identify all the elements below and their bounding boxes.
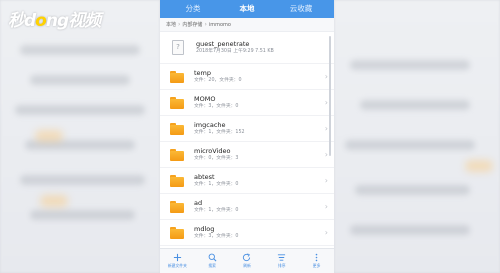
- refresh-button[interactable]: 刷新: [233, 253, 261, 269]
- tool-label: 搜索: [208, 263, 216, 268]
- blur-stripe: [345, 140, 475, 150]
- chevron-right-icon: ›: [324, 72, 328, 81]
- folder-meta: 文件：3，文件夹：0: [194, 104, 239, 109]
- folder-icon: [170, 96, 184, 109]
- breadcrumb: 本地 › 内部存储 › immomo: [160, 18, 334, 32]
- folder-name: ad: [194, 199, 203, 207]
- chevron-right-icon: ›: [324, 228, 328, 237]
- breadcrumb-immomo[interactable]: immomo: [209, 22, 231, 28]
- folder-icon: [170, 200, 184, 213]
- tool-label: 更多: [312, 263, 321, 268]
- folder-meta: 文件：1，文件夹：152: [194, 130, 245, 135]
- tab-cloud-favorites[interactable]: 云收藏: [274, 0, 328, 18]
- folder-name: microVideo: [194, 147, 231, 155]
- more-icon: [315, 253, 318, 262]
- blur-blob: [35, 130, 63, 142]
- blur-stripe: [20, 175, 145, 185]
- blur-stripe: [30, 210, 135, 220]
- list-item-mdlog[interactable]: mdlog 文件：3，文件夹：0 ›: [160, 220, 334, 246]
- file-manager-screen: 分类 本地 云收藏 本地 › 内部存储 › immomo ? guest_pen…: [160, 0, 334, 273]
- list-item-abtest[interactable]: abtest 文件：1，文件夹：0 ›: [160, 168, 334, 194]
- list-item-temp[interactable]: temp 文件：20，文件夹：0 ›: [160, 64, 334, 90]
- more-button[interactable]: 更多: [303, 253, 331, 269]
- search-icon: [208, 253, 217, 262]
- tab-local[interactable]: 本地: [220, 0, 274, 18]
- blurred-background-left: [0, 0, 160, 273]
- tab-bar: 分类 本地 云收藏: [160, 0, 334, 18]
- folder-icon: [170, 70, 184, 83]
- folder-meta: 文件：0，文件夹：3: [194, 156, 239, 161]
- file-list: ? guest_penetrate 2018年7月30日 上午9:29 7.51…: [160, 32, 334, 249]
- chevron-right-icon: ›: [324, 124, 328, 133]
- folder-name: abtest: [194, 173, 215, 181]
- sort-icon: [278, 254, 286, 261]
- chevron-right-icon: ›: [324, 202, 328, 211]
- blur-stripe: [30, 75, 130, 85]
- new-folder-button[interactable]: 新建文件夹: [163, 253, 191, 269]
- folder-name: imgcache: [194, 121, 226, 129]
- folder-icon: [170, 122, 184, 135]
- file-meta: 2018年7月30日 上午9:29 7.51 KB: [196, 49, 274, 54]
- folder-icon: [170, 174, 184, 187]
- blur-blob: [465, 160, 493, 172]
- folder-meta: 文件：1，文件夹：0: [194, 182, 239, 187]
- folder-icon: [170, 226, 184, 239]
- sort-button[interactable]: 排序: [268, 253, 296, 269]
- breadcrumb-local[interactable]: 本地: [166, 21, 176, 28]
- folder-name: temp: [194, 69, 212, 77]
- chevron-right-icon: ›: [324, 98, 328, 107]
- blur-stripe: [20, 45, 140, 55]
- list-item-guest-penetrate[interactable]: ? guest_penetrate 2018年7月30日 上午9:29 7.51…: [160, 32, 334, 64]
- folder-meta: 文件：20，文件夹：0: [194, 78, 242, 83]
- chevron-right-icon: ›: [204, 21, 207, 28]
- file-name: guest_penetrate: [196, 40, 250, 48]
- folder-name: mdlog: [194, 225, 215, 233]
- search-button[interactable]: 搜索: [198, 253, 226, 269]
- folder-name: MOMO: [194, 95, 216, 103]
- folder-meta: 文件：3，文件夹：0: [194, 234, 239, 239]
- plus-icon: [173, 253, 181, 262]
- refresh-icon: [243, 253, 251, 262]
- tool-label: 新建文件夹: [167, 263, 187, 268]
- folder-meta: 文件：1，文件夹：0: [194, 208, 239, 213]
- bottom-toolbar: 新建文件夹 搜索 刷新 排序 更多: [160, 248, 334, 273]
- watermark-logo: 秒dong视频: [8, 11, 101, 31]
- blur-stripe: [355, 185, 470, 195]
- blur-stripe: [350, 60, 470, 70]
- unknown-file-icon: ?: [172, 40, 184, 55]
- blur-stripe: [350, 225, 470, 235]
- blur-stripe: [15, 105, 145, 115]
- chevron-right-icon: ›: [324, 176, 328, 185]
- tool-label: 排序: [277, 263, 286, 268]
- folder-icon: [170, 148, 184, 161]
- list-item-ad[interactable]: ad 文件：1，文件夹：0 ›: [160, 194, 334, 220]
- tool-label: 刷新: [243, 263, 251, 268]
- breadcrumb-internal-storage[interactable]: 内部存储: [182, 21, 202, 28]
- list-item-microvideo[interactable]: microVideo 文件：0，文件夹：3 ›: [160, 142, 334, 168]
- blur-blob: [40, 195, 68, 207]
- blur-stripe: [360, 100, 470, 110]
- chevron-right-icon: ›: [324, 150, 328, 159]
- scrollbar[interactable]: [329, 36, 331, 156]
- list-item-momo[interactable]: MOMO 文件：3，文件夹：0 ›: [160, 90, 334, 116]
- tab-category[interactable]: 分类: [166, 0, 220, 18]
- list-item-imgcache[interactable]: imgcache 文件：1，文件夹：152 ›: [160, 116, 334, 142]
- chevron-right-icon: ›: [178, 21, 181, 28]
